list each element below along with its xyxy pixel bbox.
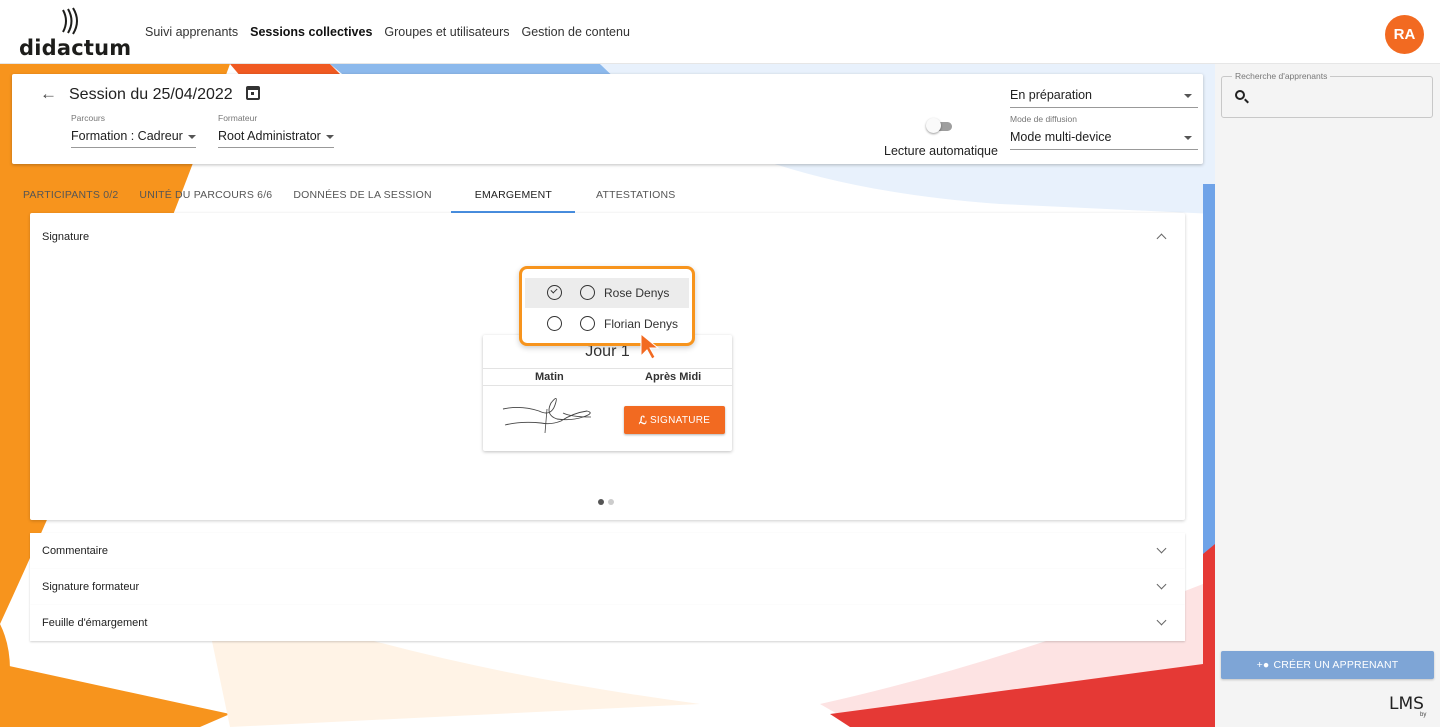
logo-icon [62,7,78,35]
tab-unite-parcours[interactable]: UNITÉ DU PARCOURS 6/6 [128,180,282,213]
signature-button[interactable]: ℒ SIGNATURE [624,406,725,434]
chevron-down-icon [325,134,334,139]
parcours-value: Formation : Cadreur [71,129,183,143]
carousel-dot[interactable] [608,499,614,505]
status-select[interactable]: En préparation [1010,88,1198,108]
participant-row[interactable]: Florian Denys [525,309,689,339]
avatar[interactable]: RA [1385,15,1424,54]
diffusion-select[interactable]: Mode multi-device [1010,130,1198,150]
participant-name: Rose Denys [604,286,670,300]
auto-play-label: Lecture automatique [884,144,998,158]
formateur-value: Root Administrator [218,129,321,143]
chevron-down-icon [1184,136,1192,140]
signature-panel-title: Signature [42,231,90,243]
accordion-title: Signature formateur [42,581,140,593]
carousel-dots [598,499,614,505]
accordion-title: Commentaire [42,545,109,557]
accordion-signature-formateur[interactable]: Signature formateur [30,569,1185,605]
formateur-select[interactable]: Root Administrator [218,129,334,148]
right-panel: Recherche d'apprenants +● CRÉER UN APPRE… [1215,64,1440,727]
session-header-card: ← Session du 25/04/2022 Parcours Formati… [12,74,1203,164]
morning-signature-image [502,398,592,434]
chevron-down-icon [187,134,196,139]
day-columns-header: Matin Après Midi [483,368,732,386]
search-icon [1235,90,1245,100]
chevron-down-icon[interactable] [1156,543,1167,554]
participant-name: Florian Denys [604,317,679,331]
create-learner-label: CRÉER UN APPRENANT [1273,659,1399,671]
signature-icon: ℒ [638,414,647,427]
session-tabs: PARTICIPANTS 0/2 UNITÉ DU PARCOURS 6/6 D… [12,180,685,213]
auto-play-toggle[interactable] [926,118,952,133]
session-title: Session du 25/04/2022 [69,86,233,103]
mouse-pointer-icon [640,332,660,360]
lms-by: by [1420,712,1427,718]
tab-donnees-session[interactable]: DONNÉES DE LA SESSION [282,180,450,213]
chevron-down-icon[interactable] [1156,615,1167,626]
logo-text: didactum [19,36,132,60]
toggle-knob [926,118,941,133]
check-circle-icon [547,285,562,300]
search-input[interactable]: Recherche d'apprenants [1221,71,1433,118]
add-user-icon: +● [1256,659,1270,671]
carousel-dot[interactable] [598,499,604,505]
col-morning: Matin [535,371,564,383]
nav-item-gestion-contenu[interactable]: Gestion de contenu [521,25,629,39]
diffusion-label: Mode de diffusion [1010,114,1077,124]
main-nav: Suivi apprenants Sessions collectives Gr… [145,25,630,39]
radio-icon[interactable] [580,316,595,331]
top-bar: didactum Suivi apprenants Sessions colle… [0,0,1440,64]
status-value: En préparation [1010,88,1093,102]
accordion-feuille-emargement[interactable]: Feuille d'émargement [30,605,1185,641]
nav-item-suivi-apprenants[interactable]: Suivi apprenants [145,25,238,39]
chevron-down-icon [1184,94,1192,98]
tab-attestations[interactable]: ATTESTATIONS [575,180,685,213]
nav-item-groupes-utilisateurs[interactable]: Groupes et utilisateurs [384,25,509,39]
signature-button-label: SIGNATURE [649,414,711,426]
signature-panel: Signature Jour 1 Matin Après Midi ℒ SIGN… [30,213,1185,520]
calendar-icon[interactable] [246,86,260,100]
chevron-down-icon[interactable] [1156,579,1167,590]
tab-emargement[interactable]: EMARGEMENT [450,180,576,213]
chevron-up-icon[interactable] [1156,233,1167,244]
participant-row[interactable]: Rose Denys [525,278,689,308]
col-afternoon: Après Midi [645,371,702,383]
participants-popover: Rose Denys Florian Denys [519,266,695,346]
day-card: Jour 1 Matin Après Midi ℒ SIGNATURE [483,335,732,451]
nav-item-sessions-collectives[interactable]: Sessions collectives [250,25,372,39]
create-learner-button[interactable]: +● CRÉER UN APPRENANT [1221,651,1434,679]
radio-icon[interactable] [580,285,595,300]
parcours-label: Parcours [71,113,106,123]
back-arrow-icon[interactable]: ← [40,84,57,104]
diffusion-value: Mode multi-device [1010,130,1112,144]
logo[interactable]: didactum [19,6,132,60]
parcours-select[interactable]: Formation : Cadreur [71,129,196,148]
circle-icon [547,316,562,331]
formateur-label: Formateur [218,113,258,123]
lms-logo: LMS [1389,694,1424,714]
accordion-title: Feuille d'émargement [42,617,148,629]
search-label: Recherche d'apprenants [1232,71,1331,81]
accordion-commentaire[interactable]: Commentaire [30,533,1185,569]
tab-participants[interactable]: PARTICIPANTS 0/2 [12,180,128,213]
